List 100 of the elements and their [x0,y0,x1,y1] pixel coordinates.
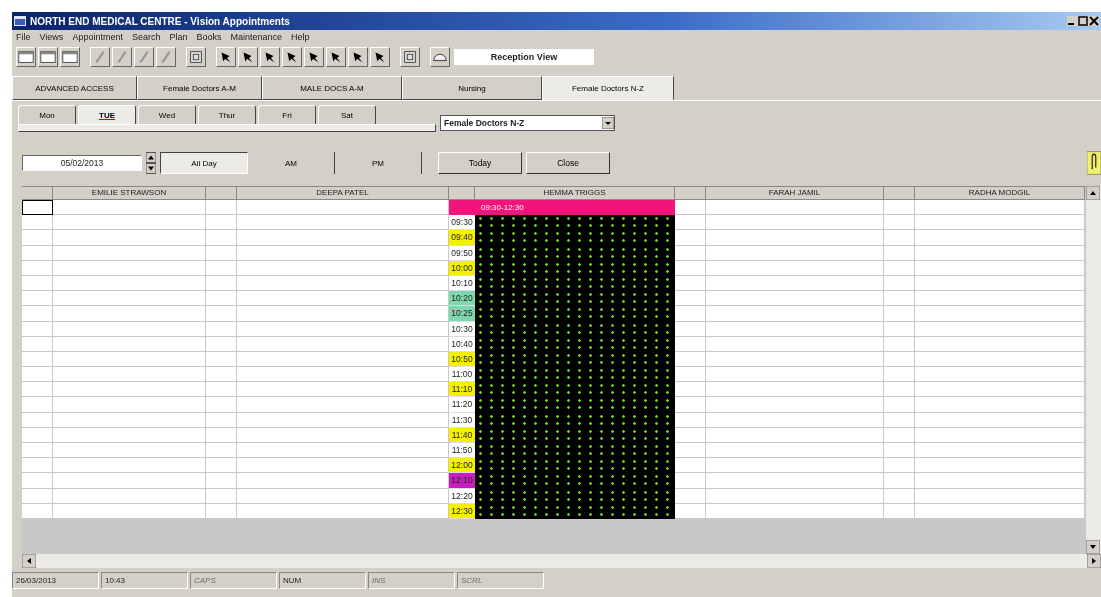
group-tab[interactable]: ADVANCED ACCESS [12,76,137,100]
grid-cell[interactable] [884,291,915,307]
date-field[interactable]: 05/02/2013 [22,155,142,171]
paperclip-icon[interactable] [1087,151,1101,175]
grid-cell[interactable] [675,473,706,489]
grid-cell[interactable] [206,230,237,246]
grid-cell[interactable] [675,306,706,322]
grid-cell[interactable] [206,367,237,383]
grid-cell[interactable] [884,382,915,398]
column-header[interactable]: DEEPA PATEL [237,186,449,200]
grid-cell[interactable] [915,367,1085,383]
grid-cell[interactable] [206,473,237,489]
grid-cell[interactable] [706,397,884,413]
grid-cell[interactable] [675,382,706,398]
grid-cell[interactable] [237,200,449,216]
grid-cell[interactable] [53,291,206,307]
grid-cell[interactable] [706,291,884,307]
grid-cell[interactable] [237,473,449,489]
group-tab[interactable]: Female Doctors N-Z [542,76,674,100]
pencil-icon[interactable] [134,47,154,67]
day-tab[interactable]: Sat [318,105,376,124]
grid-cell[interactable] [206,200,237,216]
grid-cell[interactable] [206,443,237,459]
slot-time[interactable]: 10:25 [449,306,475,322]
grid-cell[interactable] [53,443,206,459]
action-button[interactable]: Today [438,152,522,174]
down-arrow-icon[interactable] [146,163,156,174]
grid-cell[interactable] [22,230,53,246]
grid-cell[interactable] [237,397,449,413]
slot-time[interactable]: 10:20 [449,291,475,307]
maximize-icon[interactable] [1078,16,1088,26]
grid-cell[interactable] [915,443,1085,459]
grid-cell[interactable] [206,458,237,474]
menu-item[interactable]: Views [39,32,64,42]
grid-cell[interactable] [53,397,206,413]
grid-cell[interactable] [53,230,206,246]
grid-cell[interactable] [675,443,706,459]
grid-cell[interactable] [675,367,706,383]
grid-cell[interactable] [22,443,53,459]
column-header[interactable]: FARAH JAMIL [706,186,884,200]
session-bar[interactable]: 09:30-12:30 [449,200,675,216]
grid-cell[interactable] [22,397,53,413]
pencil-icon[interactable] [112,47,132,67]
close-icon[interactable] [1089,16,1099,26]
column-header[interactable]: EMILIE STRAWSON [53,186,206,200]
grid-cell[interactable] [915,458,1085,474]
grid-cell[interactable] [237,382,449,398]
period-button[interactable]: All Day [160,152,248,174]
menu-item[interactable]: Appointment [72,32,123,42]
grid-cell[interactable] [706,458,884,474]
grid-cell[interactable] [675,397,706,413]
grid-cell[interactable] [884,397,915,413]
day-tab[interactable]: Wed [138,105,196,124]
menu-item[interactable]: Search [131,32,161,42]
grid-cell[interactable] [675,291,706,307]
grid-cell[interactable] [915,473,1085,489]
grid-cell[interactable] [915,200,1085,216]
pencil-icon[interactable] [90,47,110,67]
grid-cell[interactable] [915,215,1085,231]
slot-time[interactable]: 12:00 [449,458,475,474]
grid-cell[interactable] [22,291,53,307]
grid-cell[interactable] [237,215,449,231]
grid-cell[interactable] [237,443,449,459]
scroll-right-icon[interactable] [1087,554,1101,568]
grid-cell[interactable] [22,473,53,489]
grid-cell[interactable] [884,230,915,246]
menu-item[interactable]: Help [291,32,310,42]
slot-time[interactable]: 09:40 [449,230,475,246]
grid-cell[interactable] [706,367,884,383]
menu-item[interactable]: Books [196,32,222,42]
group-dropdown[interactable]: Female Doctors N-Z [440,115,615,131]
grid-cell[interactable] [206,306,237,322]
grid-cell[interactable] [706,306,884,322]
grid-cell[interactable] [53,473,206,489]
grid-cell[interactable] [53,215,206,231]
day-tab[interactable]: Thur [198,105,256,124]
grid-cell[interactable] [22,458,53,474]
menu-item[interactable]: File [16,32,31,42]
grid-cell[interactable] [884,200,915,216]
slot-time[interactable]: 11:10 [449,382,475,398]
grid-cell[interactable] [706,230,884,246]
grid-cell[interactable] [884,473,915,489]
grid-cell[interactable] [53,367,206,383]
grid-cell[interactable] [884,306,915,322]
grid-cell[interactable] [237,367,449,383]
grid-cell[interactable] [706,443,884,459]
grid-cell[interactable] [706,382,884,398]
grid-cell[interactable] [675,200,706,216]
grid-cell[interactable] [206,291,237,307]
grid-cell[interactable] [22,215,53,231]
grid-cell[interactable] [915,291,1085,307]
grid-cell[interactable] [915,397,1085,413]
grid-cell[interactable] [675,230,706,246]
day-tab[interactable]: TUE [78,105,136,124]
grid-cell[interactable] [675,458,706,474]
grid-cell[interactable] [206,397,237,413]
scroll-down-icon[interactable] [1086,540,1100,554]
window-icon[interactable] [16,47,36,67]
grid-cell[interactable] [706,473,884,489]
menu-item[interactable]: Maintenance [230,32,283,42]
